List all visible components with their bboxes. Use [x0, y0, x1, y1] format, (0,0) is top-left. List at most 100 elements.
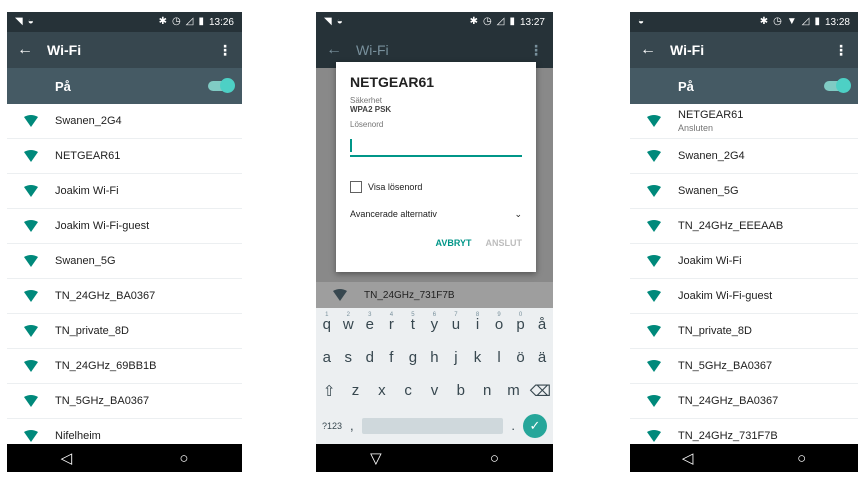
wifi-switch-bar[interactable]: På [7, 68, 242, 104]
list-item[interactable]: Swanen_2G4 [630, 139, 858, 174]
phone-screen-1: ◥ ◒ ✱ ◷ ◿ ▮ 13:26 ← Wi-Fi ⋮ På Swanen_2G… [7, 12, 242, 472]
key-hint: 2 [346, 312, 350, 318]
wifi-switch-bar[interactable]: På [630, 68, 858, 104]
key-e[interactable]: e3 [360, 312, 380, 333]
key-b[interactable]: b [451, 382, 471, 399]
symbols-key[interactable]: ?123 [322, 421, 342, 431]
shift-key-icon[interactable]: ⇧ [319, 382, 339, 400]
key-z[interactable]: z [345, 382, 365, 399]
key-o[interactable]: o9 [489, 312, 509, 333]
key-u[interactable]: u7 [446, 312, 466, 333]
wifi-signal-icon [316, 289, 364, 301]
key-x[interactable]: x [372, 382, 392, 399]
list-item[interactable]: Joakim Wi-Fi [630, 244, 858, 279]
key-i[interactable]: i8 [467, 312, 487, 333]
home-nav-icon[interactable]: ○ [490, 450, 499, 467]
key-a[interactable]: a [317, 349, 337, 366]
overflow-menu-icon[interactable]: ⋮ [218, 42, 232, 59]
key-v[interactable]: v [424, 382, 444, 399]
key-p[interactable]: p0 [511, 312, 531, 333]
list-item[interactable]: Swanen_5G [7, 244, 242, 279]
key-letter: x [378, 382, 386, 399]
key-l[interactable]: l [489, 349, 509, 366]
backspace-key-icon[interactable]: ⌫ [530, 382, 551, 400]
checkbox-box[interactable] [350, 181, 362, 193]
network-name: TN_5GHz_BA0367 [55, 395, 150, 407]
key-hint: 5 [411, 312, 415, 318]
key-r[interactable]: r4 [381, 312, 401, 333]
list-item[interactable]: TN_5GHz_BA0367 [630, 349, 858, 384]
list-item[interactable]: TN_24GHz_69BB1B [7, 349, 242, 384]
key-hint: 3 [368, 312, 372, 318]
back-arrow-icon[interactable]: ← [326, 41, 356, 59]
wifi-signal-icon [630, 290, 678, 302]
wifi-toggle[interactable] [824, 78, 851, 93]
key-t[interactable]: t5 [403, 312, 423, 333]
wifi-toggle[interactable] [208, 78, 235, 93]
key-k[interactable]: k [467, 349, 487, 366]
list-item[interactable]: Joakim Wi-Fi-guest [7, 209, 242, 244]
key-å[interactable]: å [532, 316, 552, 333]
network-name: TN_private_8D [55, 325, 129, 337]
key-letter: s [344, 349, 353, 366]
list-item[interactable]: Swanen_5G [630, 174, 858, 209]
home-nav-icon[interactable]: ○ [179, 450, 188, 467]
key-ö[interactable]: ö [511, 349, 531, 366]
list-item[interactable]: TN_24GHz_731F7B [316, 282, 553, 308]
home-nav-icon[interactable]: ○ [797, 450, 806, 467]
key-letter: r [388, 316, 394, 333]
wifi-signal-icon [7, 150, 55, 162]
back-arrow-icon[interactable]: ← [640, 41, 670, 59]
key-letter: b [456, 382, 465, 399]
key-m[interactable]: m [503, 382, 523, 399]
key-s[interactable]: s [338, 349, 358, 366]
key-q[interactable]: q1 [317, 312, 337, 333]
back-arrow-icon[interactable]: ← [17, 41, 47, 59]
key-ä[interactable]: ä [532, 349, 552, 366]
list-item[interactable]: TN_private_8D [630, 314, 858, 349]
period-key[interactable]: . [511, 418, 515, 433]
list-item[interactable]: NETGEAR61 Ansluten [630, 104, 858, 139]
show-password-checkbox[interactable]: Visa lösenord [350, 181, 522, 193]
password-input[interactable] [350, 137, 522, 157]
list-item[interactable]: Joakim Wi-Fi-guest [630, 279, 858, 314]
advanced-options-toggle[interactable]: Avancerade alternativ ⌄ [350, 209, 522, 220]
back-nav-icon[interactable]: ◁ [682, 449, 694, 467]
key-w[interactable]: w2 [338, 312, 358, 333]
key-h[interactable]: h [424, 349, 444, 366]
key-letter: g [408, 349, 418, 366]
enter-key-check-icon[interactable]: ✓ [523, 413, 547, 438]
space-key[interactable] [361, 417, 504, 434]
cancel-button[interactable]: AVBRYT [436, 238, 472, 248]
key-letter: k [473, 349, 482, 366]
wifi-signal-icon [7, 220, 55, 232]
list-item[interactable]: TN_24GHz_BA0367 [7, 279, 242, 314]
key-c[interactable]: c [398, 382, 418, 399]
key-hint: 0 [518, 312, 523, 318]
back-nav-icon[interactable]: ◁ [61, 449, 73, 467]
comma-key[interactable]: , [350, 418, 354, 433]
list-item[interactable]: Joakim Wi-Fi [7, 174, 242, 209]
key-j[interactable]: j [446, 349, 466, 366]
list-item[interactable]: TN_5GHz_BA0367 [7, 384, 242, 419]
key-g[interactable]: g [403, 349, 423, 366]
list-item[interactable]: TN_24GHz_EEEAAB [630, 209, 858, 244]
list-item[interactable]: NETGEAR61 [7, 139, 242, 174]
list-item[interactable]: Swanen_2G4 [7, 104, 242, 139]
connect-button[interactable]: ANSLUT [486, 238, 523, 248]
key-y[interactable]: y6 [424, 312, 444, 333]
wifi-signal-icon [7, 255, 55, 267]
alarm-icon: ◷ [172, 16, 181, 27]
list-item[interactable]: TN_24GHz_BA0367 [630, 384, 858, 419]
overflow-menu-icon[interactable]: ⋮ [834, 42, 848, 59]
status-bar: ◥ ◒ ✱ ◷ ◿ ▮ 13:26 [7, 12, 242, 32]
app-bar: ← Wi-Fi ⋮ [7, 32, 242, 68]
key-n[interactable]: n [477, 382, 497, 399]
key-letter: t [410, 316, 415, 333]
key-d[interactable]: d [360, 349, 380, 366]
nav-bar: ◁ ○ [630, 444, 858, 472]
key-f[interactable]: f [381, 349, 401, 366]
list-item[interactable]: TN_private_8D [7, 314, 242, 349]
overflow-menu-icon[interactable]: ⋮ [529, 42, 543, 59]
hide-keyboard-icon[interactable]: ▽ [370, 449, 382, 467]
